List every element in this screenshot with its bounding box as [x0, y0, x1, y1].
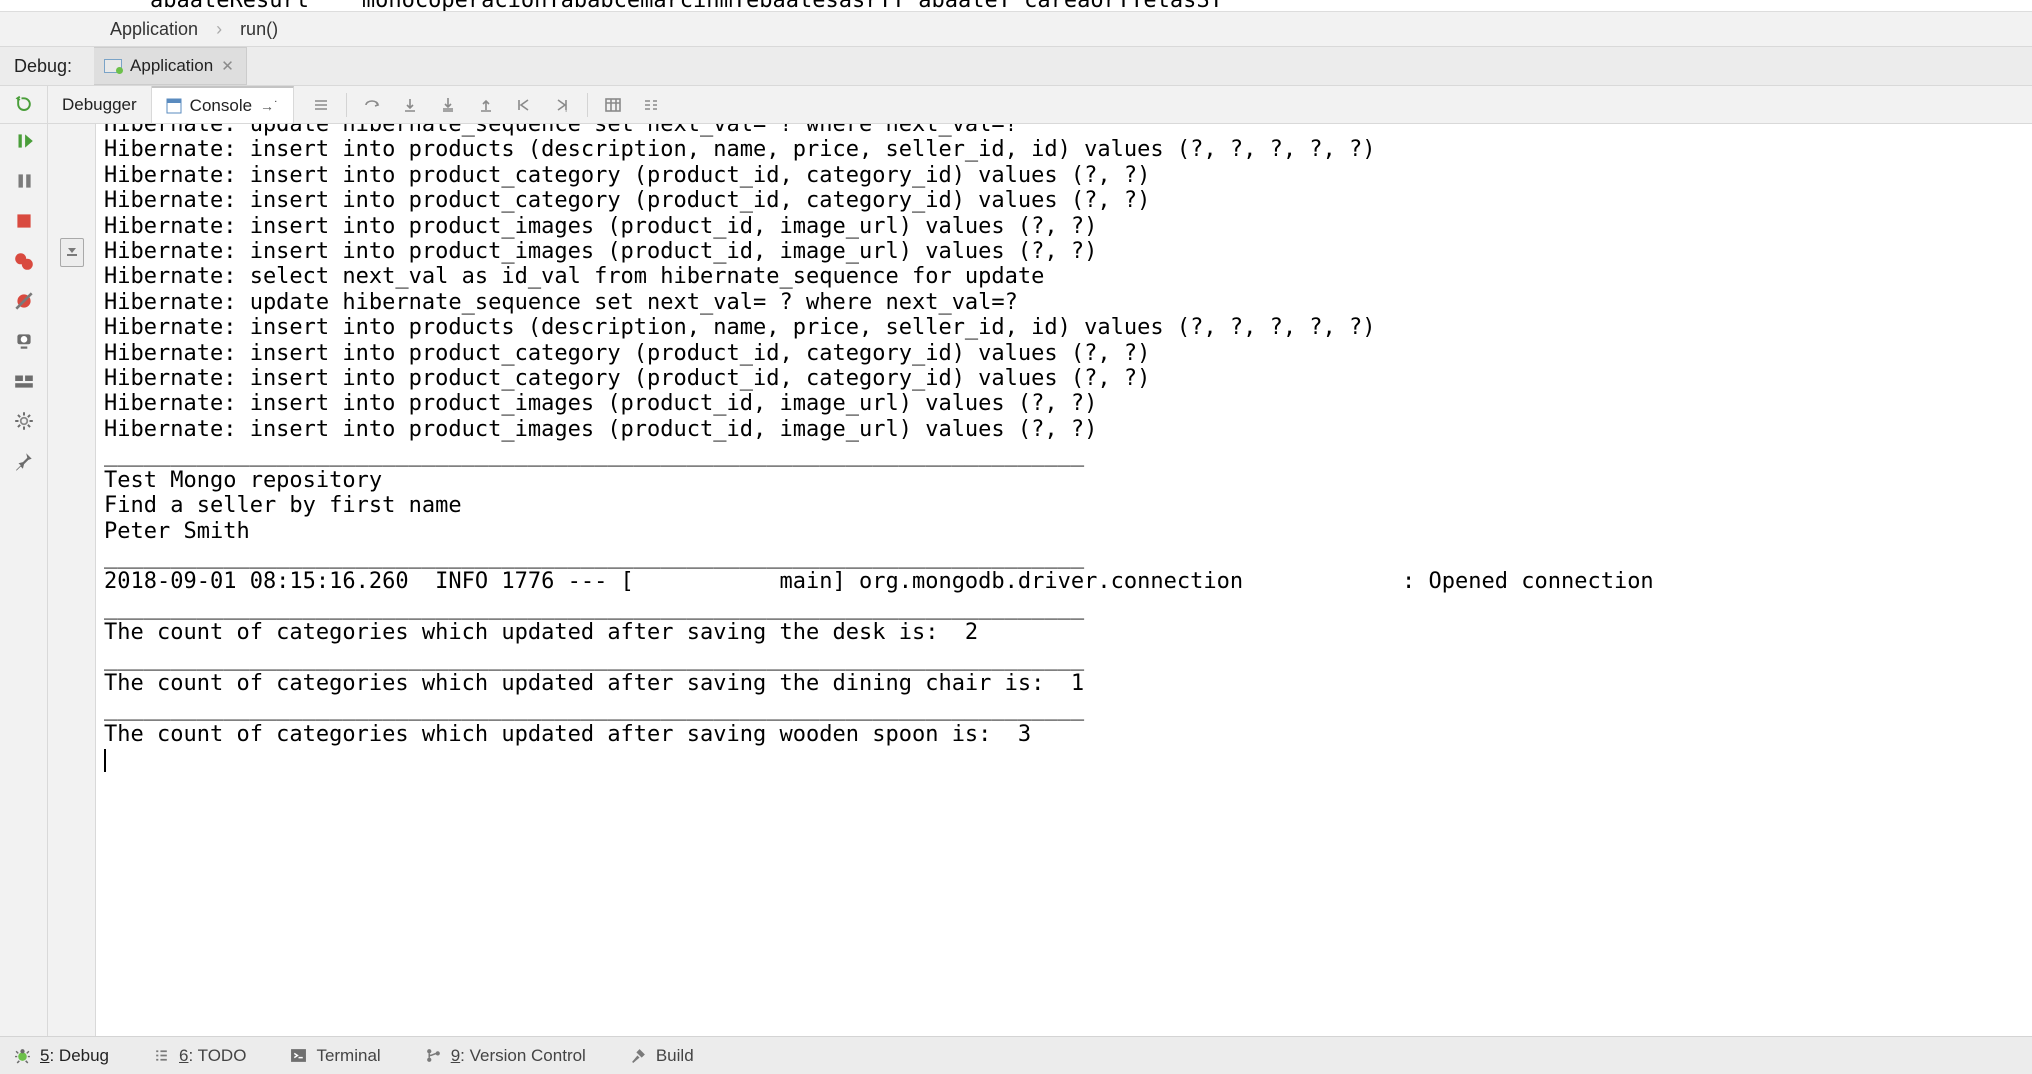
list-icon — [153, 1047, 170, 1064]
step-out-button[interactable] — [467, 86, 505, 124]
console-icon — [166, 98, 182, 114]
evaluate-expression-button[interactable] — [594, 86, 632, 124]
breadcrumb-item[interactable]: Application — [110, 19, 198, 40]
trace-current-stream-chain-button[interactable] — [632, 86, 670, 124]
toolwindow-vcs[interactable]: 9: Version Control — [425, 1046, 586, 1066]
drop-frame-button[interactable] — [505, 86, 543, 124]
debug-toolbar: Debugger Console →˙ I — [0, 86, 2032, 124]
toolbar-separator — [346, 93, 347, 117]
toolwindow-label: Terminal — [316, 1046, 380, 1066]
tab-debugger[interactable]: Debugger — [48, 86, 152, 123]
hammer-icon — [630, 1047, 647, 1064]
close-icon[interactable]: ✕ — [221, 57, 234, 75]
step-into-button[interactable] — [391, 86, 429, 124]
tab-debugger-label: Debugger — [62, 95, 137, 115]
tab-console[interactable]: Console →˙ — [152, 86, 294, 123]
resume-button[interactable] — [13, 130, 35, 152]
toolwindow-todo[interactable]: 6: TODO — [153, 1046, 246, 1066]
branch-icon — [425, 1047, 442, 1064]
stop-button[interactable] — [13, 210, 35, 232]
toolwindow-label: 6: TODO — [179, 1046, 246, 1066]
console-left-gutter — [48, 124, 96, 1036]
settings-button[interactable] — [13, 410, 35, 432]
bug-icon — [14, 1047, 31, 1064]
get-thread-dump-button[interactable] — [13, 330, 35, 352]
breadcrumb-item[interactable]: run() — [240, 19, 278, 40]
debug-panel-label: Debug: — [0, 56, 94, 77]
toolwindow-label: 9: Version Control — [451, 1046, 586, 1066]
rerun-button[interactable] — [0, 86, 48, 123]
debug-body: Hibernate: update hibernate_sequence set… — [0, 124, 2032, 1036]
toolbar-separator — [587, 93, 588, 117]
breadcrumb-separator: › — [216, 19, 222, 40]
breadcrumb: Application › run() — [0, 12, 2032, 46]
pin-tab-button[interactable] — [13, 450, 35, 472]
debug-left-gutter — [0, 124, 48, 1036]
force-step-into-button[interactable] — [429, 86, 467, 124]
step-over-button[interactable] — [353, 86, 391, 124]
pause-button[interactable] — [13, 170, 35, 192]
bottom-tool-strip: 5: Debug 6: TODO Terminal 9: Version Con… — [0, 1036, 2032, 1074]
run-to-cursor-button[interactable]: I — [543, 86, 581, 124]
debug-tab-strip: Debug: Application ✕ — [0, 46, 2032, 86]
restore-layout-button[interactable] — [13, 370, 35, 392]
debug-config-tab-name: Application — [130, 56, 213, 76]
svg-text:I: I — [565, 105, 567, 114]
view-breakpoints-button[interactable] — [13, 250, 35, 272]
toolwindow-build[interactable]: Build — [630, 1046, 694, 1066]
console-output[interactable]: Hibernate: update hibernate_sequence set… — [96, 124, 2032, 1036]
scroll-to-end-button[interactable] — [60, 238, 84, 267]
toolwindow-label: 5: Debug — [40, 1046, 109, 1066]
show-exec-point-button[interactable] — [302, 86, 340, 124]
toolwindow-label: Build — [656, 1046, 694, 1066]
mute-breakpoints-button[interactable] — [13, 290, 35, 312]
editor-cut-top: abaateResurt monocoperacionTababcemarcin… — [0, 0, 2032, 12]
toolwindow-terminal[interactable]: Terminal — [290, 1046, 380, 1066]
toolwindow-debug[interactable]: 5: Debug — [14, 1046, 109, 1066]
terminal-icon — [290, 1047, 307, 1064]
debug-config-tab[interactable]: Application ✕ — [94, 47, 247, 85]
application-run-icon — [104, 59, 122, 73]
tab-console-label: Console — [190, 96, 252, 116]
pin-tab-icon: →˙ — [260, 98, 279, 114]
